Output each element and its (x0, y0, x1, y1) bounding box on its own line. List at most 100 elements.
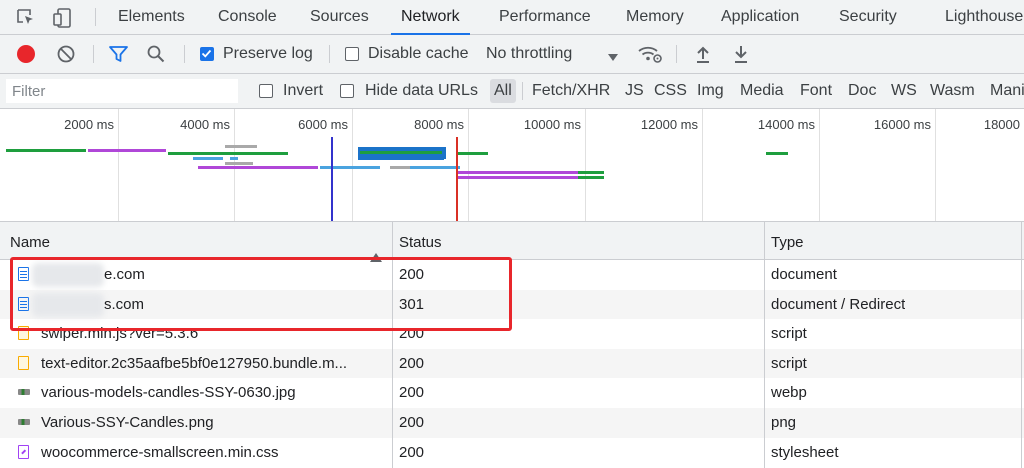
timeline-tick-label: 16000 ms (873, 117, 931, 132)
filter-type-media[interactable]: Media (740, 74, 784, 108)
request-status: 200 (399, 384, 425, 402)
disable-cache-label[interactable]: Disable cache (368, 35, 469, 73)
timeline-request-bar (352, 166, 380, 169)
hide-data-urls-label[interactable]: Hide data URLs (365, 74, 478, 108)
filter-type-img[interactable]: Img (697, 74, 724, 108)
column-header-label: Status (399, 234, 442, 251)
column-header-type[interactable]: Type (765, 222, 1024, 260)
timeline-request-bar (458, 176, 578, 179)
column-header-label: Type (771, 234, 804, 251)
timeline-request-bar (458, 152, 488, 155)
tab-console[interactable]: Console (218, 0, 277, 34)
network-toolbar: Preserve log Disable cache No throttling (0, 35, 1024, 74)
filter-type-css[interactable]: CSS (654, 74, 687, 108)
record-button[interactable] (17, 45, 35, 63)
timeline-gridline (352, 109, 353, 221)
hide-data-urls-checkbox[interactable] (340, 84, 354, 98)
request-name: text-editor.2c35aafbe5bf0e127950.bundle.… (41, 354, 348, 372)
timeline-request-bar (230, 157, 238, 160)
timeline-request-bar (390, 166, 410, 169)
timeline-request-bar (225, 162, 253, 165)
tab-network[interactable]: Network (391, 0, 470, 35)
tab-sources[interactable]: Sources (310, 0, 369, 34)
timeline-gridline (468, 109, 469, 221)
dom-content-loaded-marker (331, 137, 333, 221)
timeline-tick-label: 8000 ms (414, 117, 464, 132)
tab-lighthouse[interactable]: Lighthouse (945, 0, 1023, 34)
timeline-gridline (585, 109, 586, 221)
filter-type-mani[interactable]: Mani (990, 74, 1024, 108)
invert-checkbox[interactable] (259, 84, 273, 98)
timeline-tick-label: 6000 ms (298, 117, 348, 132)
filter-funnel-icon[interactable] (108, 44, 129, 69)
timeline-tick-label: 10000 ms (523, 117, 581, 132)
timeline-request-bar (766, 152, 788, 155)
export-har-download-icon[interactable] (732, 44, 750, 69)
timeline-gridline (118, 109, 119, 221)
invert-label[interactable]: Invert (283, 74, 323, 108)
filter-bar: Invert Hide data URLs All Fetch/XHR JS CSS I… (0, 74, 1024, 109)
filter-type-font[interactable]: Font (800, 74, 832, 108)
stylesheet-file-icon (18, 444, 29, 459)
tab-elements[interactable]: Elements (118, 0, 185, 34)
filter-type-js[interactable]: JS (625, 74, 644, 108)
timeline-request-bar (198, 166, 318, 169)
request-row[interactable]: Various-SSY-Candles.png 200 png (0, 408, 1024, 438)
timeline-request-bar (458, 171, 578, 174)
timeline-request-bar (358, 157, 444, 160)
throttling-select[interactable]: No throttling (486, 35, 572, 73)
tab-memory[interactable]: Memory (626, 0, 684, 34)
filter-type-doc[interactable]: Doc (848, 74, 876, 108)
timeline-request-bar (578, 171, 604, 174)
column-header-status[interactable]: Status (393, 222, 764, 260)
request-row[interactable]: various-models-candles-SSY-0630.jpg 200 we… (0, 378, 1024, 408)
network-conditions-wifi-icon[interactable] (637, 44, 663, 69)
request-status: 200 (399, 414, 425, 431)
timeline-request-bar (6, 149, 86, 152)
tab-performance[interactable]: Performance (499, 0, 591, 34)
image-file-icon (18, 389, 30, 396)
timeline-request-bar (360, 151, 442, 154)
timeline-request-bar (168, 152, 188, 155)
timeline-gridline (234, 109, 235, 221)
tab-security[interactable]: Security (839, 0, 897, 34)
clear-icon[interactable] (56, 44, 76, 69)
timeline-request-bar (188, 152, 238, 155)
request-name: various-models-candles-SSY-0630.jpg (41, 384, 296, 402)
inspect-element-icon[interactable] (16, 8, 36, 33)
device-toolbar-icon[interactable] (52, 7, 74, 34)
request-type: stylesheet (771, 443, 839, 461)
image-file-icon (18, 419, 30, 425)
timeline-tick-label: 18000 (983, 117, 1020, 132)
timeline-request-bar (578, 176, 604, 179)
import-har-upload-icon[interactable] (694, 44, 712, 69)
request-row[interactable]: woocommerce-smallscreen.min.css 200 styles… (0, 438, 1024, 468)
tab-application[interactable]: Application (721, 0, 799, 34)
disable-cache-checkbox[interactable] (345, 47, 359, 61)
request-type: script (771, 325, 807, 343)
search-icon[interactable] (146, 44, 166, 69)
script-file-icon (18, 355, 29, 370)
filter-type-wasm[interactable]: Wasm (930, 74, 975, 108)
filter-input[interactable] (6, 79, 238, 103)
column-header-name[interactable]: Name (0, 222, 392, 262)
timeline-gridline (935, 109, 936, 221)
network-overview-timeline[interactable]: 2000 ms 4000 ms 6000 ms 8000 ms 10000 ms 1200… (0, 109, 1024, 222)
timeline-request-bar (225, 145, 257, 148)
preserve-log-checkbox[interactable] (200, 47, 214, 61)
filter-type-ws[interactable]: WS (891, 74, 917, 108)
filter-type-all[interactable]: All (490, 79, 516, 103)
filter-type-fetchxhr[interactable]: Fetch/XHR (532, 74, 610, 108)
timeline-gridline (819, 109, 820, 221)
preserve-log-label[interactable]: Preserve log (223, 35, 313, 73)
timeline-request-bar (410, 166, 460, 169)
timeline-request-bar (88, 149, 166, 152)
timeline-request-bar (320, 166, 352, 169)
timeline-request-bar (193, 157, 223, 160)
request-type: script (771, 354, 807, 372)
request-row[interactable]: text-editor.2c35aafbe5bf0e127950.bundle.… (0, 348, 1024, 379)
request-status: 200 (399, 354, 425, 372)
chevron-down-icon[interactable] (608, 49, 618, 67)
request-type: webp (771, 384, 807, 402)
column-header-label: Name (10, 234, 51, 251)
